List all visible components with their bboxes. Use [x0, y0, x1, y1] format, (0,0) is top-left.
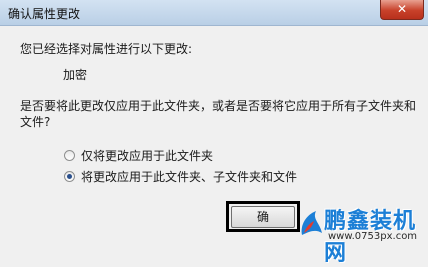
site-watermark: 鹏鑫装机网 www.0753px.com [298, 201, 428, 266]
option-folder-only[interactable]: 仅将更改应用于此文件夹 [64, 147, 213, 164]
close-button[interactable]: ✕ [380, 0, 424, 20]
attribute-change: 加密 [63, 68, 88, 82]
change-prompt: 您已经选择对属性进行以下更改: [20, 42, 193, 56]
option-folder-only-label: 仅将更改应用于此文件夹 [81, 149, 214, 163]
watermark-url: www.0753px.com [328, 231, 418, 242]
ok-button[interactable]: 确 [231, 206, 295, 228]
site-logo-icon [301, 211, 322, 235]
confirm-attribute-dialog: 确认属性更改 ✕ 您已经选择对属性进行以下更改: 加密 是否要将此更改仅应用于此… [0, 0, 428, 266]
radio-folder-subfolders-files[interactable] [64, 171, 75, 182]
option-folder-subfolders-files[interactable]: 将更改应用于此文件夹、子文件夹和文件 [64, 168, 297, 185]
option-folder-subfolders-files-label: 将更改应用于此文件夹、子文件夹和文件 [81, 170, 298, 184]
dialog-title: 确认属性更改 [8, 7, 81, 21]
close-icon: ✕ [396, 2, 408, 16]
radio-folder-only[interactable] [64, 150, 75, 161]
title-bar: 确认属性更改 ✕ [0, 0, 428, 26]
apply-question: 是否要将此更改仅应用于此文件夹，或者是否要将它应用于所有子文件夹和文件? [20, 99, 417, 129]
